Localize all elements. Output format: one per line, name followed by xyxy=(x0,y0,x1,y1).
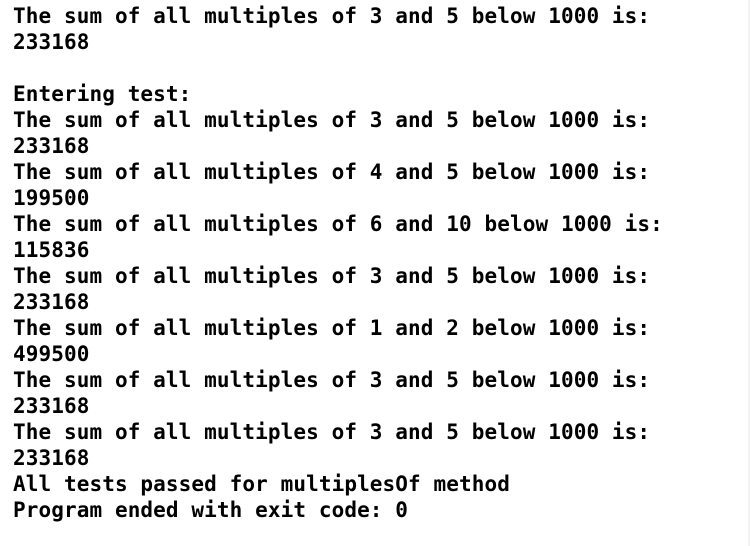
console-line: The sum of all multiples of 4 and 5 belo… xyxy=(13,160,651,184)
console-line: The sum of all multiples of 1 and 2 belo… xyxy=(13,316,651,340)
console-line: All tests passed for multiplesOf method xyxy=(13,472,510,496)
console-output-panel[interactable]: The sum of all multiples of 3 and 5 belo… xyxy=(0,0,750,546)
console-line: The sum of all multiples of 6 and 10 bel… xyxy=(13,212,663,236)
console-line: 233168 xyxy=(13,394,90,418)
console-line: 233168 xyxy=(13,30,90,54)
console-text-area[interactable]: The sum of all multiples of 3 and 5 belo… xyxy=(13,3,743,523)
console-line: The sum of all multiples of 3 and 5 belo… xyxy=(13,368,651,392)
console-line: The sum of all multiples of 3 and 5 belo… xyxy=(13,264,651,288)
console-line: Program ended with exit code: 0 xyxy=(13,498,409,522)
console-line: The sum of all multiples of 3 and 5 belo… xyxy=(13,420,651,444)
console-line: 199500 xyxy=(13,186,90,210)
console-line: 499500 xyxy=(13,342,90,366)
console-line: 233168 xyxy=(13,446,90,470)
console-line: 233168 xyxy=(13,290,90,314)
console-line: 115836 xyxy=(13,238,90,262)
console-line: The sum of all multiples of 3 and 5 belo… xyxy=(13,108,651,132)
console-line: The sum of all multiples of 3 and 5 belo… xyxy=(13,4,651,28)
console-line: Entering test: xyxy=(13,82,192,106)
console-line: 233168 xyxy=(13,134,90,158)
